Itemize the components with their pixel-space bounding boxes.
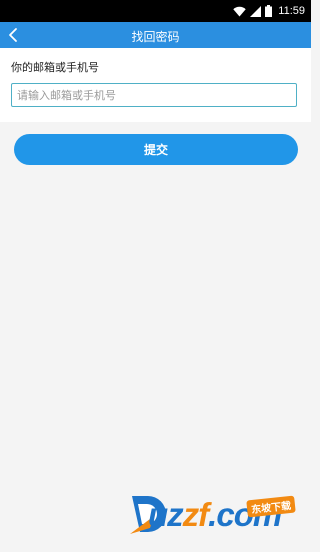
- signal-icon: [250, 5, 262, 17]
- nav-bar: 找回密码: [0, 22, 311, 48]
- status-time: 11:59: [278, 5, 305, 17]
- account-field-label: 你的邮箱或手机号: [11, 61, 99, 74]
- watermark-logo: uzzf.com 东坡下载: [128, 488, 306, 544]
- status-icons: 11:59: [233, 3, 305, 19]
- battery-icon: [265, 5, 273, 17]
- watermark-badge: 东坡下载: [246, 495, 296, 518]
- submit-button[interactable]: 提交: [14, 134, 298, 165]
- account-input[interactable]: [11, 83, 297, 107]
- page-title: 找回密码: [131, 30, 180, 44]
- form-panel: 你的邮箱或手机号: [0, 48, 311, 122]
- status-bar: 11:59: [0, 0, 311, 22]
- wifi-icon: [233, 6, 246, 16]
